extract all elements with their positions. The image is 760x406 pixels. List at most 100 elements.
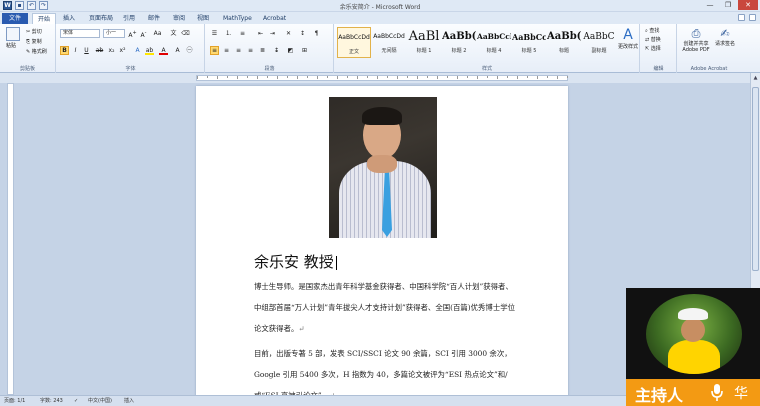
acrobat-group: ⎙ 创建并共享 Adobe PDF ✍ 请求签名 Adobe Acrobat: [678, 24, 740, 73]
cut-button[interactable]: ✂ 剪切: [26, 28, 42, 35]
multilevel-list-icon[interactable]: ≡: [238, 29, 247, 38]
align-left-icon[interactable]: ≡: [210, 46, 219, 55]
help-icon[interactable]: [749, 14, 756, 21]
style-heading-2[interactable]: AaBb( 标题 2: [442, 27, 476, 58]
tab-review[interactable]: 审阅: [168, 13, 190, 24]
create-share-pdf-button[interactable]: ⎙ 创建并共享 Adobe PDF: [680, 27, 712, 53]
host-label-bar: 主持人 华: [626, 379, 760, 406]
style-heading-4[interactable]: AaBbCcI 标题 4: [477, 27, 511, 58]
change-case-icon[interactable]: Aa: [153, 29, 162, 38]
highlight-icon[interactable]: ab: [145, 46, 154, 55]
restore-button[interactable]: ❐: [720, 0, 736, 10]
ruler-tick: [207, 76, 208, 78]
ribbon-tabs: 文件 开始 插入 页面布局 引用 邮件 审阅 视图 MathType Acrob…: [0, 12, 760, 24]
replace-button[interactable]: ⇄ 替换: [645, 36, 661, 43]
subscript-icon[interactable]: x₂: [107, 46, 116, 55]
grow-font-icon[interactable]: A+: [128, 29, 137, 39]
paste-icon: [6, 27, 20, 41]
document-page[interactable]: 余乐安 教授 博士生导师。是国家杰出青年科学基金获得者、中国科学院“百人计划”获…: [196, 86, 568, 406]
ruler-tick: [467, 76, 468, 78]
tab-page-layout[interactable]: 页面布局: [84, 13, 118, 24]
increase-indent-icon[interactable]: ⇥: [268, 29, 277, 38]
phonetic-guide-icon[interactable]: 文: [169, 29, 178, 38]
language-indicator[interactable]: 中文(中国): [88, 396, 112, 406]
tab-home[interactable]: 开始: [32, 13, 57, 24]
paragraph-intro[interactable]: 博士生导师。是国家杰出青年科学基金获得者、中国科学院“百人计划”获得者、中组部首…: [254, 276, 516, 339]
format-painter-button[interactable]: ✎ 格式刷: [26, 48, 47, 55]
underline-icon[interactable]: U: [82, 46, 91, 55]
bullets-icon[interactable]: ☰: [210, 29, 219, 38]
horizontal-ruler[interactable]: [196, 75, 568, 81]
minimize-ribbon-icon[interactable]: [738, 14, 745, 21]
char-shading-icon[interactable]: A: [173, 46, 182, 55]
scroll-up-arrow-icon[interactable]: ▲: [752, 75, 759, 82]
tab-acrobat[interactable]: Acrobat: [258, 13, 291, 24]
ribbon-options: [738, 14, 756, 21]
bold-icon[interactable]: B: [60, 46, 69, 55]
strikethrough-icon[interactable]: ab: [95, 46, 104, 55]
superscript-icon[interactable]: x²: [118, 46, 127, 55]
ruler-tick: [457, 76, 458, 79]
ruler-tick: [257, 76, 258, 79]
styles-group-label: 样式: [481, 66, 492, 72]
style-normal[interactable]: AaBbCcDd 正文: [337, 27, 371, 58]
tab-view[interactable]: 视图: [192, 13, 214, 24]
decrease-indent-icon[interactable]: ⇤: [256, 29, 265, 38]
enclose-char-icon[interactable]: ㊀: [185, 46, 194, 55]
tab-insert[interactable]: 插入: [58, 13, 80, 24]
ruler-tick: [547, 76, 548, 78]
style-title[interactable]: AaBb( 标题: [547, 27, 581, 58]
font-size-select[interactable]: 小一: [103, 29, 125, 38]
borders-icon[interactable]: ⊞: [300, 46, 309, 55]
shrink-font-icon[interactable]: A-: [139, 29, 148, 39]
style-no-spacing[interactable]: AaBbCcDd 无间隔: [372, 27, 406, 58]
page-count[interactable]: 页面: 1/1: [4, 396, 25, 406]
insert-mode-indicator[interactable]: 插入: [124, 396, 134, 406]
select-button[interactable]: ⇱ 选择: [645, 45, 661, 52]
font-name-select[interactable]: 宋体: [60, 29, 100, 38]
acrobat-group-label: Adobe Acrobat: [690, 66, 728, 72]
ruler-tick: [377, 76, 378, 79]
font-color-icon[interactable]: A: [159, 46, 168, 55]
align-center-icon[interactable]: ≡: [222, 46, 231, 55]
ruler-tick: [437, 76, 438, 79]
show-marks-icon[interactable]: ¶: [312, 29, 321, 38]
ruler-tick: [567, 76, 568, 78]
style-heading-5[interactable]: AaBbCc 标题 5: [512, 27, 546, 58]
chinese-layout-icon[interactable]: ✕: [284, 29, 293, 38]
scroll-thumb[interactable]: [752, 87, 759, 271]
italic-icon[interactable]: I: [71, 46, 80, 55]
find-button[interactable]: ⌕ 查找: [645, 27, 659, 34]
word-count[interactable]: 字数: 243: [40, 396, 63, 406]
microphone-icon[interactable]: [710, 383, 724, 402]
ruler-tick: [317, 76, 318, 79]
close-button[interactable]: ✕: [738, 0, 758, 10]
distributed-icon[interactable]: ≣: [258, 46, 267, 55]
tab-references[interactable]: 引用: [118, 13, 140, 24]
spellcheck-icon[interactable]: ✓: [74, 396, 78, 406]
tab-file[interactable]: 文件: [2, 13, 28, 24]
justify-icon[interactable]: ≡: [246, 46, 255, 55]
ruler-tick: [247, 76, 248, 78]
request-signature-button[interactable]: ✍ 请求签名: [714, 27, 736, 47]
styles-group: AaBbCcDd 正文 AaBbCcDd 无间隔 AaBl 标题 1 AaBb(…: [335, 24, 640, 73]
shading-icon[interactable]: ◩: [286, 46, 295, 55]
change-styles-button[interactable]: A 更改样式: [618, 27, 638, 50]
profile-photo[interactable]: [329, 97, 437, 238]
document-heading[interactable]: 余乐安 教授: [254, 251, 337, 272]
ruler-tick: [487, 76, 488, 78]
text-effects-icon[interactable]: A: [133, 46, 142, 55]
tab-mathtype[interactable]: MathType: [218, 13, 257, 24]
sort-icon[interactable]: ↕: [298, 29, 307, 38]
tab-mailings[interactable]: 邮件: [143, 13, 165, 24]
minimize-button[interactable]: —: [702, 0, 718, 10]
copy-button[interactable]: ⎘ 复制: [26, 38, 42, 45]
style-subtitle[interactable]: AaBbC 副标题: [582, 27, 616, 58]
numbering-icon[interactable]: ⒈: [224, 29, 233, 38]
style-heading-1[interactable]: AaBl 标题 1: [407, 27, 441, 58]
vertical-ruler[interactable]: [7, 83, 14, 395]
clear-format-icon[interactable]: ⌫: [181, 29, 190, 38]
paste-button[interactable]: 粘贴: [6, 27, 20, 49]
line-spacing-icon[interactable]: ↨: [272, 46, 281, 55]
align-right-icon[interactable]: ≡: [234, 46, 243, 55]
